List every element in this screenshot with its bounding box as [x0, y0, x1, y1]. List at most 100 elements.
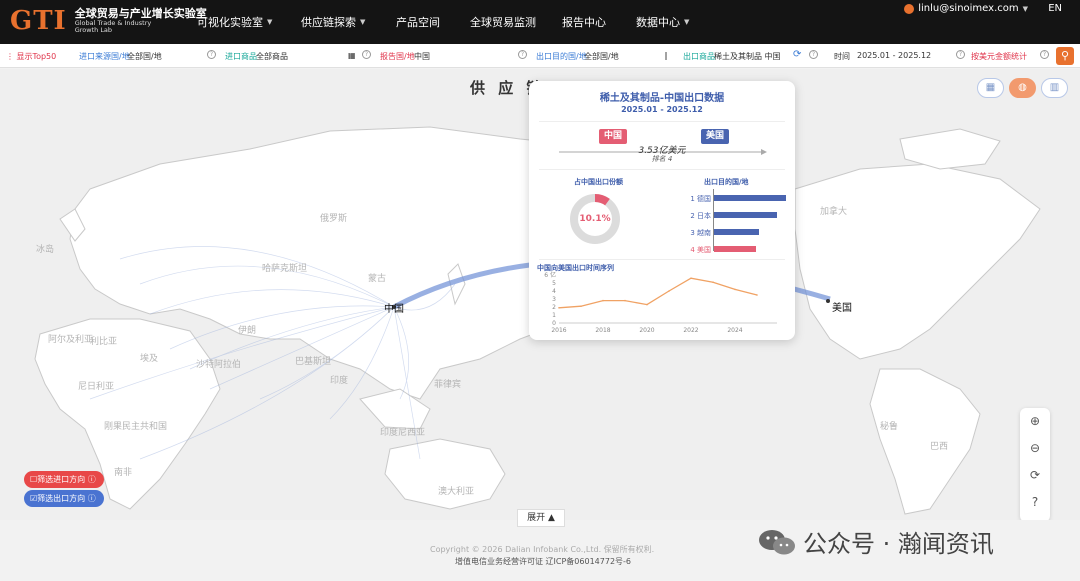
dest-bar-label: 1 德国 [690, 195, 711, 203]
series-point [558, 307, 560, 309]
map-label-china[interactable]: 中国 [384, 300, 404, 315]
nav-report-center[interactable]: 报告中心 [562, 0, 606, 44]
import-source-label: 进口来源国/地 [79, 52, 130, 61]
nav-visual-lab[interactable]: 可视化实验室 ▼ [197, 0, 272, 44]
chart-view-button[interactable]: ▥ [1041, 78, 1068, 98]
import-source-select[interactable]: 全部国/地 [127, 51, 162, 62]
table-view-icon: ▦ [985, 82, 996, 93]
grid-icon[interactable]: ▦ [348, 51, 356, 60]
x-tick-label: 2020 [639, 327, 654, 334]
map-label: 南非 [114, 468, 133, 478]
help-icon[interactable]: ? [1040, 50, 1049, 59]
rank-text: 排名 4 [651, 155, 673, 163]
zoom-out-button[interactable]: ⊖ [1020, 435, 1050, 462]
series-point [580, 305, 582, 307]
series-line [558, 277, 758, 309]
zoom-controls: ⊕ ⊖ ⟳ ? [1020, 408, 1050, 520]
reset-icon: ⟳ [1029, 468, 1041, 482]
nav-trade-monitor[interactable]: 全球贸易监测 [470, 0, 536, 44]
map-label: 伊朗 [238, 326, 257, 336]
chevron-down-icon: ▼ [360, 18, 366, 26]
card-title: 稀土及其制品-中国出口数据 [599, 93, 725, 104]
dest-label: 出口目的国/地 [704, 178, 749, 186]
map-label: 埃及 [140, 354, 159, 364]
search-button[interactable]: ⚲ [1056, 47, 1074, 65]
help-icon[interactable]: ? [518, 50, 527, 59]
chevron-down-icon: ▼ [267, 18, 273, 26]
trade-info-card: 稀土及其制品-中国出口数据 2025.01 - 2025.12 中国 美国 3.… [529, 81, 795, 340]
map-label: 印度 [330, 376, 349, 386]
map-label-us[interactable]: 美国 [832, 299, 852, 314]
series-point [602, 299, 604, 302]
y-tick-label: 2 [552, 304, 556, 311]
y-tick-label: 6 亿 [544, 271, 556, 279]
dest-bar [714, 246, 756, 252]
help-icon[interactable]: ? [956, 50, 965, 59]
timeseries-chart: 0123456 亿 2016 2018 2020 2022 2024 [544, 271, 777, 334]
reset-button[interactable]: ⟳ [1020, 462, 1050, 489]
x-tick-label: 2018 [595, 327, 610, 334]
import-goods-select[interactable]: 全部商品 [256, 51, 288, 62]
map-label: 加拿大 [820, 207, 848, 217]
footer: Copyright © 2026 Dalian Infobank Co.,Ltd… [0, 520, 1080, 581]
logo[interactable]: GTI 全球贸易与产业增长实验室 Global Trade & Industry… [10, 6, 207, 36]
zoom-in-button[interactable]: ⊕ [1020, 408, 1050, 435]
nav-product-space[interactable]: 产品空间 [396, 0, 440, 44]
icp-text: 增值电信业务经营许可证 辽ICP备06014772号-6 [455, 557, 632, 566]
nav-data-center[interactable]: 数据中心 ▼ [636, 0, 689, 44]
report-country-select[interactable]: 中国 [414, 51, 430, 62]
map-label: 刚果民主共和国 [104, 422, 168, 432]
chart-view-icon: ▥ [1049, 82, 1060, 93]
map-label: 印度尼西亚 [380, 428, 426, 438]
dest-bar-label: 2 日本 [690, 212, 711, 220]
map-label: 蒙古 [368, 274, 387, 284]
y-tick-label: 1 [552, 312, 556, 319]
time-range-select[interactable]: 2025.01 - 2025.12 [857, 51, 931, 60]
expand-button[interactable]: 展开 ▲ [517, 509, 565, 527]
logo-en-text-2: Growth Lab [74, 25, 113, 34]
map-label: 尼日利亚 [78, 382, 115, 392]
y-tick-label: 5 [552, 280, 556, 287]
map-label: 冰岛 [36, 245, 55, 255]
help-icon[interactable]: ? [362, 50, 371, 59]
user-icon [904, 3, 915, 14]
sort-icon[interactable]: ‖ [664, 51, 668, 60]
report-country-label: 报告国/地 [380, 52, 415, 61]
exporter-badge: 中国 [599, 129, 628, 144]
stat-mode-select[interactable]: 按美元金额统计 [971, 51, 1027, 62]
landmass-greenland [899, 128, 1001, 170]
filter-import-direction-button[interactable]: ☐筛选进口方向 ⓘ [24, 471, 104, 488]
help-icon[interactable]: ? [809, 50, 818, 59]
importer-badge: 美国 [701, 129, 730, 144]
language-switch[interactable]: EN [1048, 3, 1062, 14]
series-point [734, 288, 736, 291]
watermark: 公众号 · 瀚闻资讯 [757, 524, 994, 559]
export-goods-label: 出口商品 [683, 52, 715, 61]
export-goods-select[interactable]: 稀土及其制品 中国 [714, 51, 781, 62]
dest-bar [714, 212, 778, 218]
map-label: 沙特阿拉伯 [196, 360, 242, 370]
top50-toggle[interactable]: ⋮ 显示Top50 [6, 51, 56, 62]
card-period: 2025.01 - 2025.12 [621, 105, 703, 114]
series-point [756, 294, 758, 296]
help-icon[interactable]: ? [207, 50, 216, 59]
series-point [624, 299, 626, 302]
landmass-north-america [794, 163, 1041, 360]
y-tick-label: 0 [552, 320, 556, 327]
map-label: 巴西 [930, 442, 949, 452]
map-label: 巴基斯坦 [295, 357, 332, 367]
chevron-down-icon: ▼ [1022, 4, 1028, 13]
map-label: 秘鲁 [880, 422, 899, 432]
watermark-text: 公众号 · 瀚闻资讯 [803, 530, 994, 558]
map-view-button[interactable]: ◍ [1009, 78, 1036, 98]
nav-supply-chain[interactable]: 供应链探索 ▼ [301, 0, 365, 44]
filter-export-direction-button[interactable]: ☑筛选出口方向 ⓘ [24, 490, 104, 507]
user-menu[interactable]: linlu@sinoimex.com ▼ [904, 3, 1028, 14]
series-point [646, 303, 648, 306]
table-view-button[interactable]: ▦ [977, 78, 1004, 98]
import-goods-label: 进口商品 [225, 52, 257, 61]
refresh-icon[interactable]: ⟳ [793, 49, 801, 60]
help-button[interactable]: ? [1020, 489, 1050, 516]
export-dest-select[interactable]: 全部国/地 [584, 51, 619, 62]
logo-mark: GTI [10, 6, 67, 36]
